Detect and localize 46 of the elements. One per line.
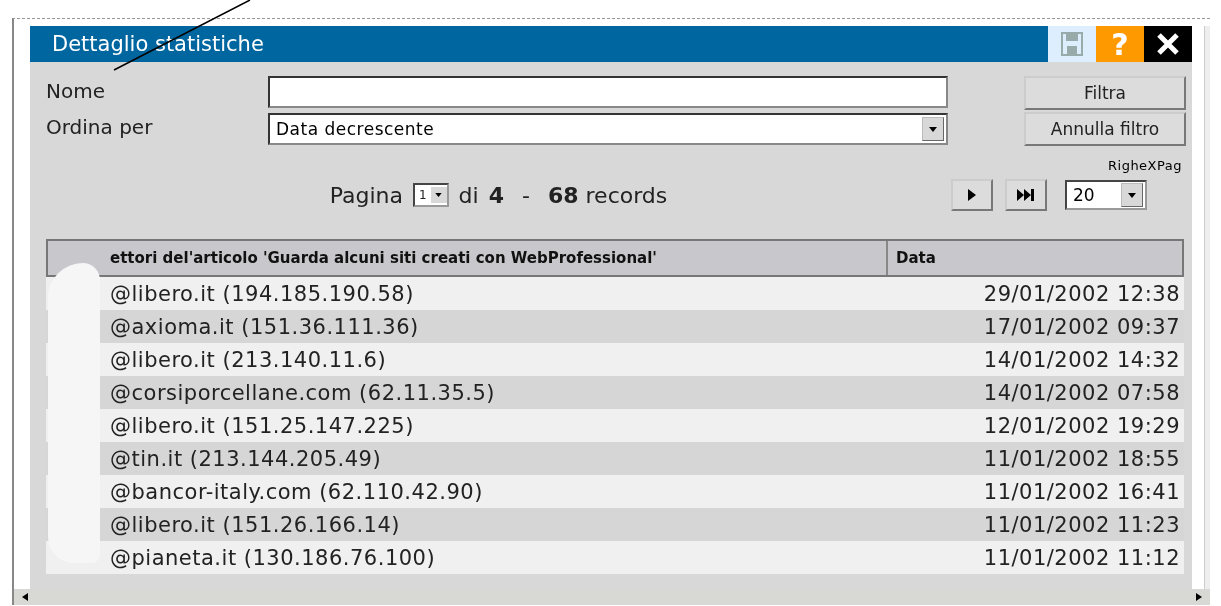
table-cell-text: 29/01/2002 12:38 [982, 281, 1181, 306]
close-icon [1156, 32, 1180, 56]
total-pages: 4 [488, 182, 504, 208]
separator: - [521, 182, 531, 208]
page-dropdown[interactable]: 1 [412, 183, 449, 207]
rows-per-page-label: RigheXPag [1107, 158, 1183, 173]
next-page-button[interactable] [951, 179, 993, 211]
scroll-right-icon [1196, 593, 1202, 601]
table-cell-text: @pianeta.it (130.186.76.100) [109, 545, 437, 570]
table-cell-text: @libero.it (151.25.147.225) [109, 413, 415, 438]
table-cell-text: 11/01/2002 18:55 [982, 446, 1181, 471]
table-cell-text: @axioma.it (151.36.111.36) [109, 314, 420, 339]
last-page-button[interactable] [1005, 179, 1047, 211]
scroll-left-icon [22, 593, 28, 601]
table-cell-text: 12/01/2002 19:29 [982, 413, 1181, 438]
sort-dropdown[interactable]: Data decrescente [268, 113, 948, 145]
sort-label: Ordina per [46, 115, 154, 141]
of-label: di [458, 182, 479, 208]
table-cell-text: 14/01/2002 07:58 [982, 380, 1181, 405]
table-cell-text: 17/01/2002 09:37 [982, 314, 1181, 339]
table-cell-text: @corsiporcellane.com (62.11.35.5) [109, 380, 497, 405]
vertical-scrollbar[interactable] [1204, 26, 1210, 589]
filter-button[interactable]: Filtra [1024, 76, 1186, 110]
table-cell-text: 14/01/2002 14:32 [982, 347, 1181, 372]
table-cell-text: @tin.it (213.144.205.49) [109, 446, 383, 471]
horizontal-scrollbar[interactable] [14, 589, 1210, 605]
skip-to-end-icon [1017, 189, 1035, 201]
table-cell-text: @libero.it (194.185.190.58) [109, 281, 415, 306]
name-label: Nome [46, 79, 106, 105]
play-icon [968, 189, 976, 201]
record-count: 68 records [547, 182, 668, 208]
table-cell-text: @libero.it (213.140.11.6) [109, 347, 388, 372]
dropdown-arrow-icon [435, 193, 443, 197]
table-cell-text: 11/01/2002 11:23 [982, 512, 1181, 537]
page-label: Pagina [329, 182, 403, 208]
filter-button[interactable]: Annulla filtro [1024, 112, 1186, 146]
dropdown-arrow-icon [929, 126, 937, 132]
close-button[interactable] [1144, 26, 1192, 62]
dropdown-arrow-icon [1128, 192, 1136, 198]
table-cell-text: @libero.it (151.26.166.14) [109, 512, 401, 537]
name-field[interactable] [268, 76, 948, 108]
column-header[interactable]: Data [888, 241, 936, 275]
table-cell-text: 11/01/2002 11:12 [982, 545, 1181, 570]
table-cell-text: @bancor-italy.com (62.110.42.90) [109, 479, 484, 504]
table-cell-text: 11/01/2002 16:41 [982, 479, 1181, 504]
rows-per-page-dropdown[interactable]: 20 [1065, 180, 1147, 210]
